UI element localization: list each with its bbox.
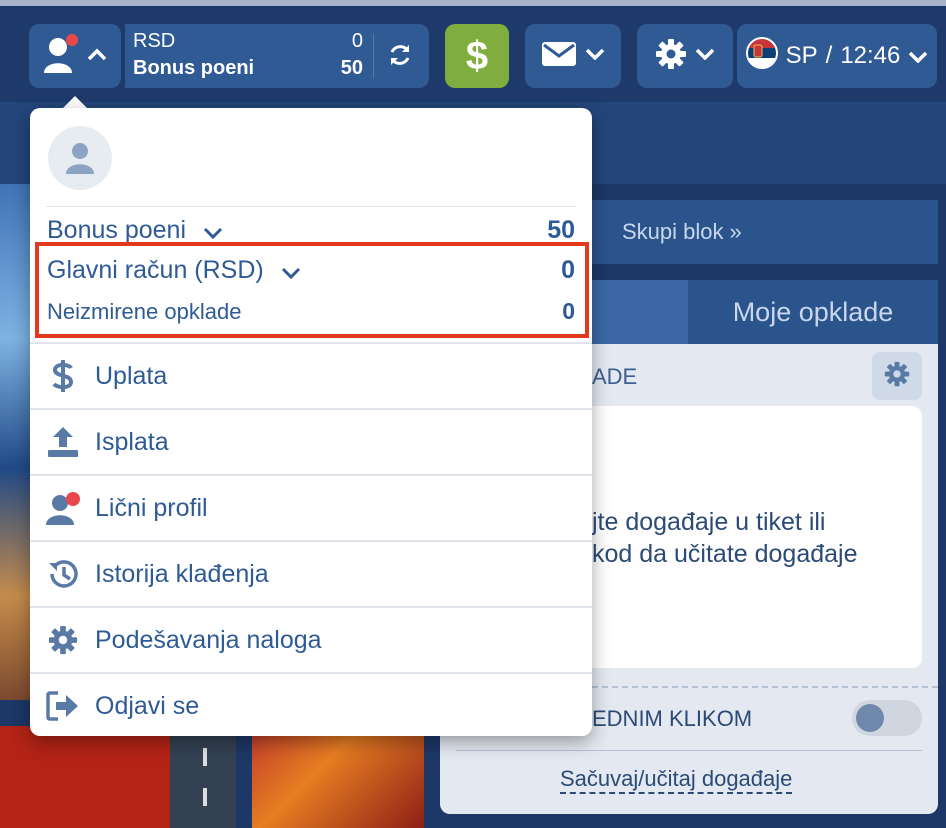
message-line-1: jte događaje u tiket ili bbox=[592, 508, 826, 536]
menu-item-label: Lični profil bbox=[95, 493, 208, 522]
menu-item-label: Podešavanja naloga bbox=[95, 625, 322, 654]
currency-label: RSD bbox=[133, 30, 176, 52]
mail-icon bbox=[541, 41, 577, 72]
balance-panel[interactable]: RSD 0 Bonus poeni 50 bbox=[125, 24, 429, 88]
bonus-points-value: 50 bbox=[340, 57, 363, 79]
main-account-row[interactable]: Glavni račun (RSD) 0 bbox=[47, 256, 575, 286]
main-account-value: 0 bbox=[561, 256, 575, 285]
separator: / bbox=[825, 42, 833, 69]
chevron-up-icon bbox=[86, 47, 108, 66]
betslip-title: ADE bbox=[592, 364, 638, 389]
upload-icon bbox=[46, 425, 80, 459]
game-thumbnail-road bbox=[170, 726, 236, 828]
language-label: SP bbox=[785, 42, 818, 69]
bonus-points-label: Bonus poeni bbox=[47, 216, 187, 244]
collapse-label: Skupi blok bbox=[622, 219, 724, 244]
one-click-label: EDNIM KLIKOM bbox=[592, 706, 753, 731]
gear-icon bbox=[655, 38, 687, 75]
divider bbox=[46, 206, 576, 207]
tab-my-bets-label: Moje opklade bbox=[732, 296, 894, 327]
divider bbox=[456, 750, 922, 751]
chevron-down-icon bbox=[908, 42, 928, 70]
language-time-button[interactable]: SP / 12:46 bbox=[737, 24, 937, 88]
account-menu-list: Uplata Isplata Lični profil Istorija kla… bbox=[30, 342, 592, 738]
serbia-flag-icon bbox=[745, 36, 778, 76]
menu-item-withdraw[interactable]: Isplata bbox=[30, 408, 592, 474]
avatar[interactable] bbox=[48, 126, 112, 190]
one-click-toggle[interactable] bbox=[852, 700, 922, 736]
chevron-down-icon bbox=[585, 47, 605, 65]
unsettled-bets-row: Neizmirene opklade 0 bbox=[47, 298, 575, 325]
gear-icon bbox=[884, 361, 910, 392]
balance-divider bbox=[373, 34, 374, 78]
menu-item-label: Istorija klađenja bbox=[95, 559, 269, 588]
settings-button[interactable] bbox=[637, 24, 733, 88]
unsettled-bets-label: Neizmirene opklade bbox=[47, 298, 242, 324]
user-menu-button[interactable] bbox=[29, 24, 121, 88]
message-line-2: kod da učitate događaje bbox=[592, 540, 858, 568]
chevron-down-icon bbox=[695, 47, 715, 65]
betslip-settings-button[interactable] bbox=[872, 352, 922, 400]
logout-icon bbox=[46, 689, 80, 723]
toggle-knob bbox=[856, 704, 884, 732]
menu-item-label: Isplata bbox=[95, 427, 169, 456]
gear-icon bbox=[46, 623, 80, 657]
dollar-icon bbox=[46, 359, 80, 393]
user-icon bbox=[46, 491, 80, 525]
clock-time: 12:46 bbox=[840, 42, 901, 69]
menu-item-label: Odjavi se bbox=[95, 691, 200, 720]
tab-my-bets[interactable]: Moje opklade bbox=[688, 280, 938, 344]
menu-item-account-settings[interactable]: Podešavanja naloga bbox=[30, 606, 592, 672]
game-thumbnail-fruits[interactable] bbox=[252, 726, 424, 828]
empty-betslip-message: jte događaje u tiket ili kod da učitate … bbox=[592, 506, 858, 570]
menu-item-deposit[interactable]: Uplata bbox=[30, 342, 592, 408]
menu-item-bet-history[interactable]: Istorija klađenja bbox=[30, 540, 592, 606]
user-icon bbox=[42, 33, 82, 80]
collapse-block-button[interactable]: Skupi blok » bbox=[592, 200, 938, 264]
bonus-points-label: Bonus poeni bbox=[133, 57, 255, 79]
tab-betslip[interactable] bbox=[592, 280, 688, 344]
main-account-label: Glavni račun (RSD) bbox=[47, 256, 264, 284]
menu-item-label: Uplata bbox=[95, 361, 168, 390]
messages-button[interactable] bbox=[525, 24, 621, 88]
dollar-icon: $ bbox=[465, 33, 489, 78]
menu-item-logout[interactable]: Odjavi se bbox=[30, 672, 592, 738]
unsettled-bets-value: 0 bbox=[562, 298, 575, 324]
dashed-divider bbox=[592, 686, 938, 688]
user-icon bbox=[66, 143, 94, 174]
betslip-tabs: Moje opklade bbox=[592, 280, 938, 344]
deposit-button[interactable]: $ bbox=[445, 24, 509, 88]
currency-balance: 0 bbox=[351, 30, 363, 52]
history-icon bbox=[46, 557, 80, 591]
menu-item-profile[interactable]: Lični profil bbox=[30, 474, 592, 540]
double-chevron-icon: » bbox=[729, 219, 742, 244]
save-load-events-link[interactable]: Sačuvaj/učitaj događaje bbox=[560, 766, 793, 794]
user-dropdown-menu: Bonus poeni 50 Glavni račun (RSD) 0 Neiz… bbox=[30, 108, 592, 736]
chevron-down-icon bbox=[281, 257, 301, 286]
refresh-icon[interactable] bbox=[387, 42, 413, 68]
